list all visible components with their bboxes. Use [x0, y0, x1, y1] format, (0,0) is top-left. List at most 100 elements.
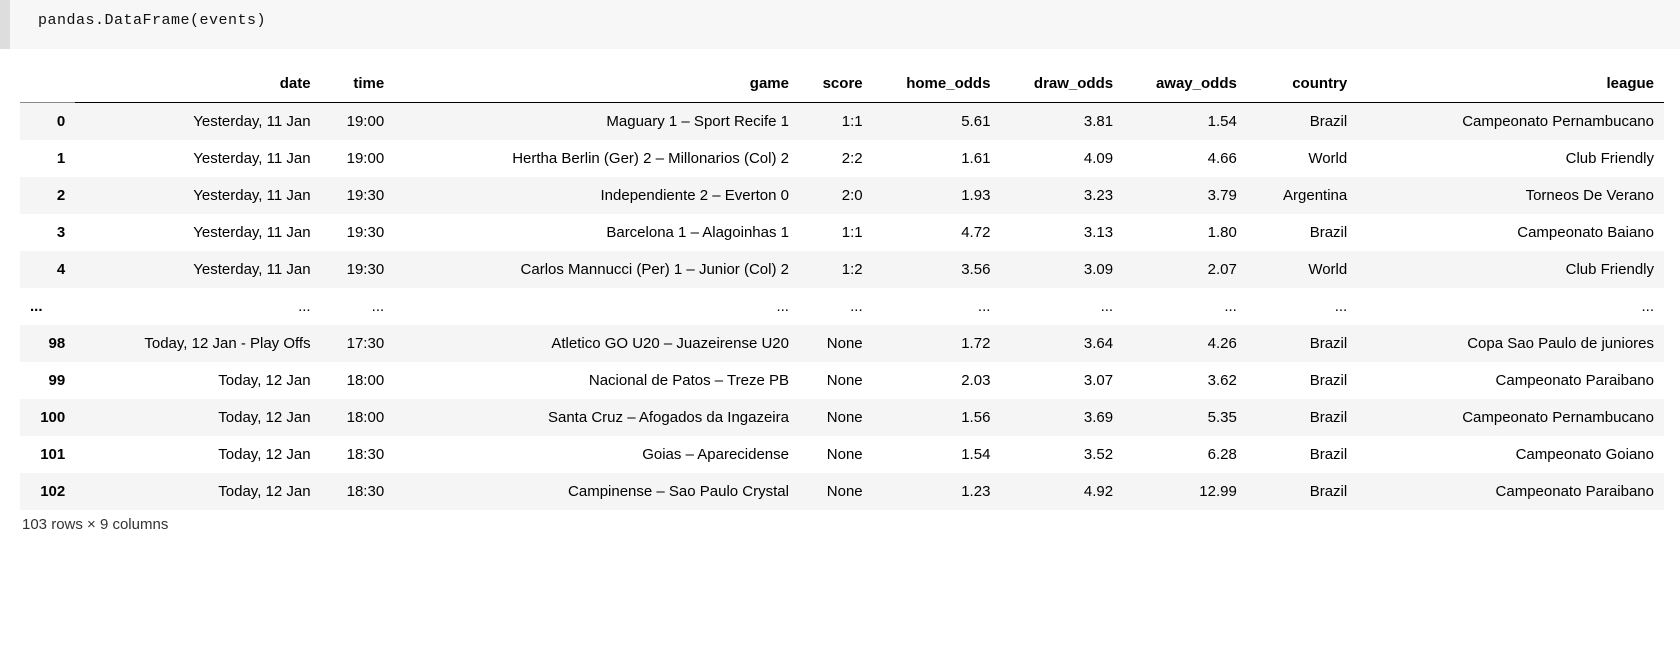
ellipsis-cell: ...: [873, 288, 1001, 325]
table-row: 99 Today, 12 Jan 18:00 Nacional de Patos…: [20, 362, 1664, 399]
row-index: 3: [20, 214, 75, 251]
row-index: 0: [20, 102, 75, 140]
row-index: 99: [20, 362, 75, 399]
cell-date: Yesterday, 11 Jan: [75, 102, 320, 140]
cell-game: Barcelona 1 – Alagoinhas 1: [394, 214, 799, 251]
cell-league: Campeonato Pernambucano: [1357, 399, 1664, 436]
header-row: date time game score home_odds draw_odds…: [20, 65, 1664, 103]
cell-league: Campeonato Paraibano: [1357, 362, 1664, 399]
cell-home-odds: 5.61: [873, 102, 1001, 140]
cell-league: Copa Sao Paulo de juniores: [1357, 325, 1664, 362]
cell-away-odds: 3.79: [1123, 177, 1247, 214]
header-score: score: [799, 65, 873, 103]
cell-league: Club Friendly: [1357, 251, 1664, 288]
cell-date: Today, 12 Jan - Play Offs: [75, 325, 320, 362]
cell-game: Carlos Mannucci (Per) 1 – Junior (Col) 2: [394, 251, 799, 288]
cell-gutter: [0, 0, 10, 49]
table-row: 4 Yesterday, 11 Jan 19:30 Carlos Mannucc…: [20, 251, 1664, 288]
cell-draw-odds: 3.07: [1000, 362, 1123, 399]
ellipsis-cell: ...: [321, 288, 395, 325]
cell-home-odds: 1.61: [873, 140, 1001, 177]
cell-time: 18:30: [321, 473, 395, 510]
cell-game: Maguary 1 – Sport Recife 1: [394, 102, 799, 140]
cell-time: 18:30: [321, 436, 395, 473]
cell-draw-odds: 3.13: [1000, 214, 1123, 251]
header-time: time: [321, 65, 395, 103]
ellipsis-row: ... ... ... ... ... ... ... ... ... ...: [20, 288, 1664, 325]
row-index: 1: [20, 140, 75, 177]
cell-home-odds: 4.72: [873, 214, 1001, 251]
cell-country: Brazil: [1247, 214, 1357, 251]
cell-score: None: [799, 325, 873, 362]
table-row: 100 Today, 12 Jan 18:00 Santa Cruz – Afo…: [20, 399, 1664, 436]
cell-input: pandas.DataFrame(events): [0, 0, 1680, 49]
table-body: 0 Yesterday, 11 Jan 19:00 Maguary 1 – Sp…: [20, 102, 1664, 510]
cell-country: Brazil: [1247, 325, 1357, 362]
cell-draw-odds: 3.23: [1000, 177, 1123, 214]
cell-league: Club Friendly: [1357, 140, 1664, 177]
ellipsis-cell: ...: [394, 288, 799, 325]
ellipsis-cell: ...: [75, 288, 320, 325]
cell-score: None: [799, 362, 873, 399]
cell-score: 2:2: [799, 140, 873, 177]
cell-away-odds: 1.54: [1123, 102, 1247, 140]
row-index: 4: [20, 251, 75, 288]
header-index: [20, 65, 75, 103]
ellipsis-cell: ...: [799, 288, 873, 325]
cell-score: None: [799, 399, 873, 436]
cell-date: Today, 12 Jan: [75, 362, 320, 399]
cell-away-odds: 2.07: [1123, 251, 1247, 288]
row-index: 101: [20, 436, 75, 473]
cell-game: Santa Cruz – Afogados da Ingazeira: [394, 399, 799, 436]
ellipsis-cell: ...: [1247, 288, 1357, 325]
cell-output: date time game score home_odds draw_odds…: [0, 49, 1680, 549]
cell-country: Brazil: [1247, 399, 1357, 436]
cell-country: Brazil: [1247, 436, 1357, 473]
cell-country: World: [1247, 140, 1357, 177]
cell-date: Yesterday, 11 Jan: [75, 177, 320, 214]
cell-away-odds: 1.80: [1123, 214, 1247, 251]
cell-home-odds: 1.56: [873, 399, 1001, 436]
cell-time: 18:00: [321, 399, 395, 436]
table-row: 1 Yesterday, 11 Jan 19:00 Hertha Berlin …: [20, 140, 1664, 177]
cell-league: Torneos De Verano: [1357, 177, 1664, 214]
table-row: 3 Yesterday, 11 Jan 19:30 Barcelona 1 – …: [20, 214, 1664, 251]
header-date: date: [75, 65, 320, 103]
table-row: 102 Today, 12 Jan 18:30 Campinense – Sao…: [20, 473, 1664, 510]
row-index: 2: [20, 177, 75, 214]
cell-draw-odds: 3.69: [1000, 399, 1123, 436]
cell-home-odds: 1.54: [873, 436, 1001, 473]
header-game: game: [394, 65, 799, 103]
notebook-container: pandas.DataFrame(events) date time game …: [0, 0, 1680, 549]
cell-away-odds: 4.26: [1123, 325, 1247, 362]
cell-draw-odds: 3.81: [1000, 102, 1123, 140]
cell-country: Brazil: [1247, 102, 1357, 140]
cell-score: None: [799, 436, 873, 473]
ellipsis-cell: ...: [1357, 288, 1664, 325]
cell-game: Nacional de Patos – Treze PB: [394, 362, 799, 399]
cell-country: Brazil: [1247, 362, 1357, 399]
row-index: 100: [20, 399, 75, 436]
cell-game: Atletico GO U20 – Juazeirense U20: [394, 325, 799, 362]
cell-date: Yesterday, 11 Jan: [75, 251, 320, 288]
ellipsis-cell: ...: [20, 288, 75, 325]
cell-country: Brazil: [1247, 473, 1357, 510]
code-input[interactable]: pandas.DataFrame(events): [10, 0, 1680, 49]
cell-league: Campeonato Baiano: [1357, 214, 1664, 251]
table-header: date time game score home_odds draw_odds…: [20, 65, 1664, 103]
ellipsis-cell: ...: [1000, 288, 1123, 325]
summary-line: 103 rows × 9 columns: [20, 510, 1664, 541]
cell-country: Argentina: [1247, 177, 1357, 214]
cell-game: Campinense – Sao Paulo Crystal: [394, 473, 799, 510]
dataframe-table: date time game score home_odds draw_odds…: [20, 65, 1664, 510]
cell-draw-odds: 3.52: [1000, 436, 1123, 473]
cell-draw-odds: 3.09: [1000, 251, 1123, 288]
table-row: 2 Yesterday, 11 Jan 19:30 Independiente …: [20, 177, 1664, 214]
cell-time: 18:00: [321, 362, 395, 399]
cell-date: Yesterday, 11 Jan: [75, 214, 320, 251]
cell-home-odds: 3.56: [873, 251, 1001, 288]
cell-score: None: [799, 473, 873, 510]
cell-time: 19:30: [321, 214, 395, 251]
cell-draw-odds: 4.92: [1000, 473, 1123, 510]
cell-home-odds: 1.23: [873, 473, 1001, 510]
